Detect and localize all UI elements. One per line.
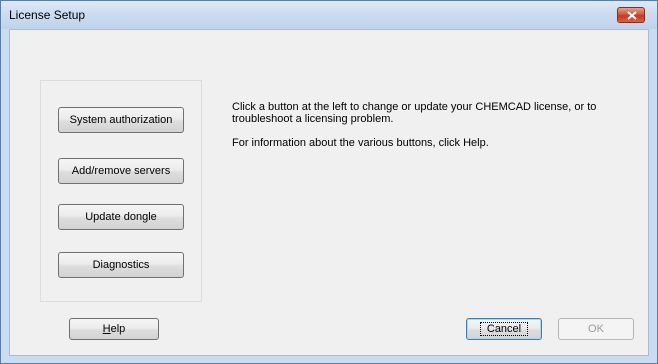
add-remove-servers-label: Add/remove servers	[71, 165, 171, 177]
update-dongle-button[interactable]: Update dongle	[58, 204, 184, 230]
cancel-label: Cancel	[479, 322, 529, 336]
update-dongle-label: Update dongle	[85, 211, 157, 223]
add-remove-servers-button[interactable]: Add/remove servers	[58, 158, 184, 184]
ok-button[interactable]: OK	[558, 318, 634, 340]
close-icon	[627, 11, 637, 20]
dialog-client-area: System authorization Add/remove servers …	[9, 29, 649, 356]
system-authorization-button[interactable]: System authorization	[58, 107, 184, 133]
description-line-3: For information about the various button…	[232, 137, 489, 149]
close-button[interactable]	[617, 7, 645, 23]
description-line-2: troubleshoot a licensing problem.	[232, 113, 394, 125]
system-authorization-label: System authorization	[69, 114, 173, 126]
title-bar[interactable]: License Setup	[1, 1, 657, 29]
ok-label: OK	[588, 323, 604, 335]
diagnostics-button[interactable]: Diagnostics	[58, 252, 184, 278]
description-line-1: Click a button at the left to change or …	[232, 101, 597, 113]
cancel-button[interactable]: Cancel	[466, 318, 542, 340]
action-button-panel: System authorization Add/remove servers …	[40, 80, 202, 302]
help-button[interactable]: Help	[69, 318, 159, 340]
help-label: Help	[102, 323, 126, 335]
window-title: License Setup	[9, 8, 86, 22]
diagnostics-label: Diagnostics	[92, 259, 150, 271]
license-setup-window: License Setup System authorization Add/r…	[0, 0, 658, 364]
